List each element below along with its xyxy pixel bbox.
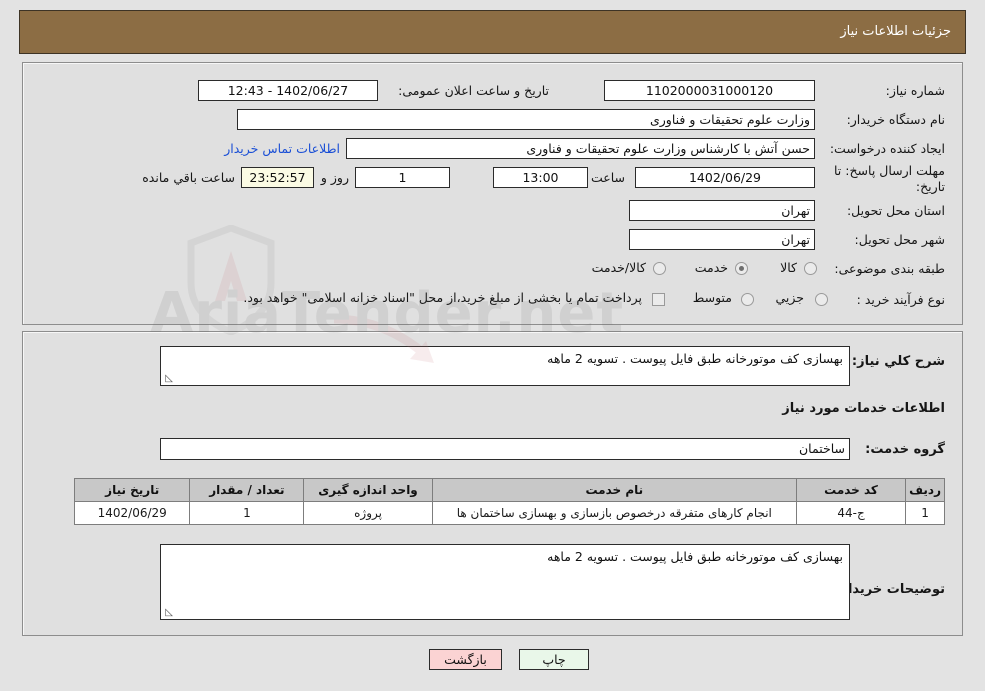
cell-service-name: انجام کارهای متفرقه درخصوص بازسازی و بهس… [431, 501, 797, 525]
radio-process-jozi-label: جزیي [775, 290, 804, 305]
need-number-label: شماره نیاز: [885, 83, 945, 98]
general-desc-textarea[interactable]: بهسازی کف موتورخانه طبق فایل پیوست . تسو… [160, 346, 850, 386]
cell-quantity: 1 [189, 501, 305, 525]
announce-datetime-label: تاریخ و ساعت اعلان عمومی: [398, 83, 549, 98]
services-table: ردیف کد خدمت نام خدمت واحد اندازه گیری ت… [73, 478, 945, 525]
radio-category-kala-label: کالا [780, 260, 797, 275]
resize-grip-icon-2[interactable]: ◺ [163, 608, 173, 618]
radio-category-kala-khadamat[interactable] [653, 262, 666, 275]
buyer-notes-textarea[interactable]: بهسازی کف موتورخانه طبق فایل پیوست . تسو… [160, 544, 850, 620]
radio-category-kala-khadamat-label: کالا/خدمت [591, 260, 646, 275]
table-header-row: ردیف کد خدمت نام خدمت واحد اندازه گیری ت… [73, 478, 945, 502]
deadline-time-value: 13:00 [493, 167, 588, 188]
col-need-date: تاریخ نیاز [73, 478, 191, 502]
services-section-heading: اطلاعات خدمات مورد نیاز [782, 401, 945, 416]
general-desc-label: شرح کلي نیاز: [851, 354, 945, 369]
buyer-org-value: وزارت علوم تحقیقات و فناوری [237, 109, 815, 130]
province-value: تهران [629, 200, 815, 221]
cell-row-no: 1 [905, 501, 945, 525]
countdown-value: 23:52:57 [241, 167, 314, 188]
service-group-label: گروه خدمت: [865, 442, 945, 457]
service-group-value: ساختمان [160, 438, 850, 460]
radio-category-khadamat[interactable] [735, 262, 748, 275]
process-label: نوع فرآیند خرید : [856, 292, 945, 307]
cell-service-code: ج-44 [795, 501, 907, 525]
cell-unit: پروژه [303, 501, 433, 525]
buyer-notes-label: توضیحات خریدار: [835, 582, 945, 597]
need-number-value: 1102000031000120 [604, 80, 815, 101]
city-value: تهران [629, 229, 815, 250]
col-service-code: کد خدمت [795, 478, 907, 502]
buyer-org-label: نام دستگاه خریدار: [846, 112, 945, 127]
need-details-panel: شرح کلي نیاز: بهسازی کف موتورخانه طبق فا… [22, 331, 963, 636]
request-creator-label: ایجاد کننده درخواست: [829, 141, 945, 156]
resize-grip-icon[interactable]: ◺ [163, 374, 173, 384]
city-label: شهر محل تحویل: [854, 232, 945, 247]
page-root: جزئیات اطلاعات نیاز شماره نیاز: 11020000… [0, 0, 985, 691]
remaining-days-value: 1 [355, 167, 450, 188]
radio-process-jozi[interactable] [815, 293, 828, 306]
back-button[interactable]: بازگشت [429, 649, 502, 670]
print-button[interactable]: چاپ [519, 649, 589, 670]
province-label: استان محل تحویل: [846, 203, 945, 218]
treasury-bonds-checkbox[interactable] [652, 293, 665, 306]
deadline-time-label: ساعت [590, 170, 625, 185]
remaining-days-label: روز و [320, 170, 349, 185]
cell-need-date: 1402/06/29 [73, 501, 191, 525]
col-service-name: نام خدمت [431, 478, 797, 502]
radio-process-motevaset-label: متوسط [692, 290, 732, 305]
buyer-contact-link[interactable]: اطلاعات تماس خریدار [224, 141, 340, 156]
table-row: 1 ج-44 انجام کارهای متفرقه درخصوص بازساز… [73, 501, 945, 525]
deadline-date-value: 1402/06/29 [635, 167, 815, 188]
need-summary-panel: شماره نیاز: 1102000031000120 تاریخ و ساع… [22, 62, 963, 325]
col-row-no: ردیف [905, 478, 945, 502]
countdown-label: ساعت باقي مانده [142, 170, 235, 185]
radio-process-motevaset[interactable] [741, 293, 754, 306]
page-title: جزئیات اطلاعات نیاز [840, 24, 951, 39]
treasury-bonds-note: پرداخت تمام یا بخشی از مبلغ خرید،از محل … [243, 290, 642, 305]
deadline-label: مهلت ارسال پاسخ: تا تاریخ: [834, 163, 945, 194]
request-creator-value: حسن آتش با کارشناس وزارت علوم تحقیقات و … [346, 138, 815, 159]
general-desc-value: بهسازی کف موتورخانه طبق فایل پیوست . تسو… [547, 351, 843, 366]
announce-datetime-value: 1402/06/27 - 12:43 [198, 80, 378, 101]
col-quantity: تعداد / مقدار [189, 478, 305, 502]
page-header: جزئیات اطلاعات نیاز [19, 10, 966, 54]
radio-category-kala[interactable] [804, 262, 817, 275]
radio-category-khadamat-label: خدمت [694, 260, 728, 275]
buyer-notes-value: بهسازی کف موتورخانه طبق فایل پیوست . تسو… [547, 549, 843, 564]
col-unit: واحد اندازه گیری [303, 478, 433, 502]
category-label: طبقه بندی موضوعی: [834, 261, 945, 276]
